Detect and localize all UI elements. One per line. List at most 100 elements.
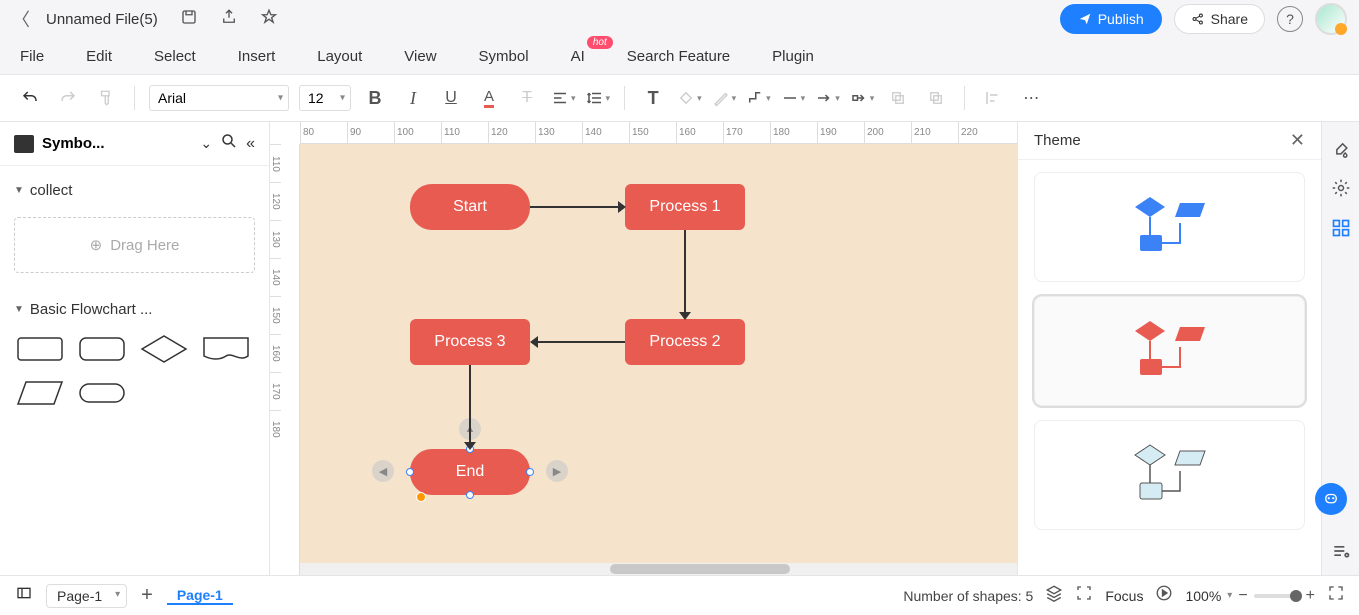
redo-icon[interactable] <box>54 84 82 112</box>
undo-icon[interactable] <box>16 84 44 112</box>
menu-symbol[interactable]: Symbol <box>479 48 529 65</box>
text-tool-icon[interactable]: T <box>639 84 667 112</box>
zoom-out-icon[interactable]: − <box>1238 587 1247 605</box>
save-icon[interactable] <box>180 8 198 31</box>
shape-data[interactable] <box>14 376 66 410</box>
avatar[interactable] <box>1315 3 1347 35</box>
layers-icon[interactable] <box>1045 584 1063 607</box>
node-end[interactable]: End <box>410 449 530 495</box>
page-selector[interactable]: Page-1 <box>46 584 127 608</box>
focus-icon[interactable] <box>1075 584 1093 607</box>
send-back-icon[interactable] <box>922 84 950 112</box>
fill-tool-icon[interactable] <box>1331 138 1351 158</box>
selection-handle[interactable] <box>406 468 414 476</box>
font-color-icon[interactable]: A <box>475 84 503 112</box>
menu-plugin[interactable]: Plugin <box>772 48 814 65</box>
close-icon[interactable]: ✕ <box>1290 130 1305 151</box>
rotation-handle[interactable] <box>416 492 426 502</box>
help-icon[interactable]: ? <box>1277 6 1303 32</box>
node-process1[interactable]: Process 1 <box>625 184 745 230</box>
shape-terminator[interactable] <box>76 376 128 410</box>
search-icon[interactable] <box>220 132 238 155</box>
settings-icon[interactable] <box>1331 178 1351 198</box>
bold-icon[interactable]: B <box>361 84 389 112</box>
shape-process[interactable] <box>14 332 66 366</box>
format-painter-icon[interactable] <box>92 84 120 112</box>
zoom-slider[interactable] <box>1254 594 1300 598</box>
line-style-icon[interactable]: ▾ <box>781 89 806 107</box>
node-process3[interactable]: Process 3 <box>410 319 530 365</box>
zoom-slider-knob[interactable] <box>1290 590 1302 602</box>
drag-here-zone[interactable]: ⊕ Drag Here <box>14 217 255 273</box>
shape-process-alt[interactable] <box>76 332 128 366</box>
connector[interactable] <box>530 206 618 208</box>
node-start[interactable]: Start <box>410 184 530 230</box>
line-spacing-icon[interactable]: ▾ <box>586 89 611 107</box>
star-icon[interactable] <box>260 8 278 31</box>
page-tab-active[interactable]: Page-1 <box>167 587 233 605</box>
back-icon[interactable]: 〈 <box>12 6 30 32</box>
share-button[interactable]: Share <box>1174 4 1265 34</box>
ruler-tick: 160 <box>676 122 723 143</box>
line-color-icon[interactable]: ▾ <box>712 89 737 107</box>
connector-style-icon[interactable]: ▾ <box>746 89 771 107</box>
section-basic-flowchart[interactable]: ▼ Basic Flowchart ... <box>14 293 255 326</box>
menu-view[interactable]: View <box>404 48 436 65</box>
section-collect[interactable]: ▼ collect <box>14 174 255 207</box>
selection-handle[interactable] <box>526 468 534 476</box>
grid-icon[interactable] <box>1331 218 1351 238</box>
more-icon[interactable]: ⋯ <box>1017 84 1045 112</box>
connector[interactable] <box>684 230 686 312</box>
menu-edit[interactable]: Edit <box>86 48 112 65</box>
scrollbar-thumb[interactable] <box>610 564 790 574</box>
ruler-tick: 130 <box>270 220 281 258</box>
font-size-select[interactable] <box>299 85 351 111</box>
connector[interactable] <box>537 341 625 343</box>
fullscreen-icon[interactable] <box>1327 584 1345 607</box>
zoom-in-icon[interactable]: + <box>1306 587 1315 605</box>
presentation-icon[interactable] <box>1155 584 1173 607</box>
theme-option-outline[interactable] <box>1034 420 1305 530</box>
font-select[interactable] <box>149 85 289 111</box>
menu-ai[interactable]: AI hot <box>571 48 585 65</box>
add-page-button[interactable]: + <box>135 584 159 607</box>
node-process2[interactable]: Process 2 <box>625 319 745 365</box>
strikethrough-icon[interactable]: T <box>513 84 541 112</box>
zoom-value[interactable]: 100% <box>1185 588 1221 604</box>
underline-icon[interactable]: U <box>437 84 465 112</box>
theme-option-blue[interactable] <box>1034 172 1305 282</box>
connector[interactable] <box>469 365 471 442</box>
canvas-area: 80 90 100 110 120 130 140 150 160 170 18… <box>270 122 1017 575</box>
theme-option-red[interactable] <box>1034 296 1305 406</box>
bring-front-icon[interactable] <box>884 84 912 112</box>
list-settings-icon[interactable] <box>1331 541 1351 561</box>
connect-left-icon[interactable]: ◀ <box>372 460 394 482</box>
library-dropdown-icon[interactable]: ⌄ <box>200 135 212 152</box>
selection-handle[interactable] <box>466 491 474 499</box>
pages-panel-icon[interactable] <box>14 585 34 606</box>
menu-insert[interactable]: Insert <box>238 48 276 65</box>
chevron-down-icon[interactable]: ▾ <box>1227 590 1232 601</box>
focus-label[interactable]: Focus <box>1105 588 1143 604</box>
menu-file[interactable]: File <box>20 48 44 65</box>
arrow-style-icon[interactable]: ▾ <box>815 89 840 107</box>
align-icon[interactable] <box>979 84 1007 112</box>
publish-button[interactable]: Publish <box>1060 4 1162 34</box>
arrow-end-icon[interactable]: ▾ <box>850 89 875 107</box>
menu-layout[interactable]: Layout <box>317 48 362 65</box>
menu-search-feature[interactable]: Search Feature <box>627 48 730 65</box>
italic-icon[interactable]: I <box>399 84 427 112</box>
connect-right-icon[interactable]: ▶ <box>546 460 568 482</box>
horizontal-scrollbar[interactable] <box>300 563 1017 575</box>
shape-decision[interactable] <box>138 332 190 366</box>
text-align-icon[interactable]: ▾ <box>551 89 576 107</box>
canvas[interactable]: Start Process 1 Process 2 Process 3 End … <box>300 144 1017 563</box>
menu-select[interactable]: Select <box>154 48 196 65</box>
shape-document[interactable] <box>200 332 252 366</box>
shape-count: Number of shapes: 5 <box>903 588 1033 604</box>
chat-assistant-icon[interactable] <box>1315 483 1347 515</box>
export-icon[interactable] <box>220 8 238 31</box>
collapse-panel-icon[interactable]: « <box>246 135 255 153</box>
theme-title: Theme <box>1034 132 1081 149</box>
fill-color-icon[interactable]: ▾ <box>677 89 702 107</box>
